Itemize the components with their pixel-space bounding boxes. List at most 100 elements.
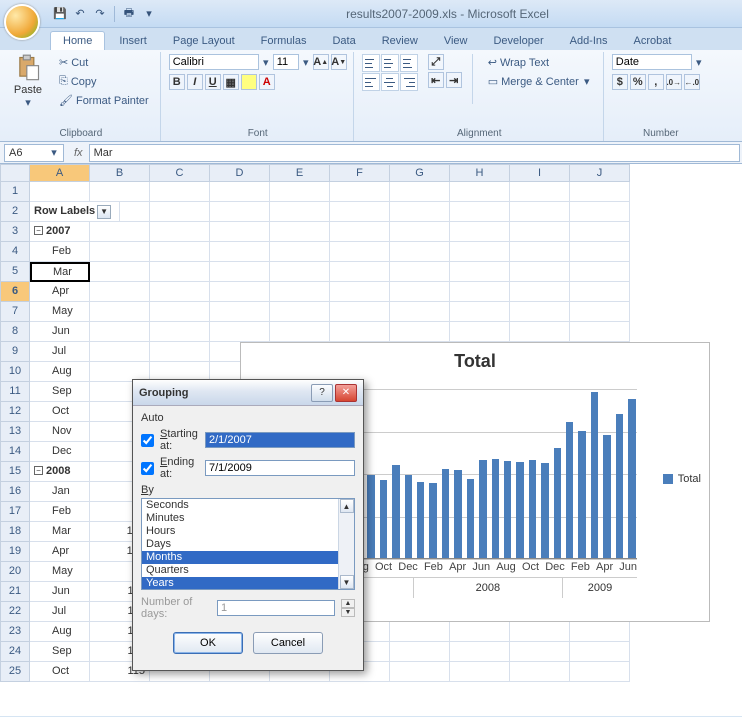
- row-header[interactable]: 5: [0, 262, 30, 282]
- cell[interactable]: [510, 322, 570, 342]
- cell[interactable]: Jun: [30, 582, 90, 602]
- cell[interactable]: [570, 322, 630, 342]
- align-center-button[interactable]: [381, 73, 399, 91]
- cell[interactable]: [570, 262, 630, 282]
- cell[interactable]: [150, 202, 210, 222]
- cell[interactable]: [270, 202, 330, 222]
- decrease-indent-button[interactable]: ⇤: [428, 72, 444, 88]
- percent-format-button[interactable]: %: [630, 74, 646, 90]
- merge-center-button[interactable]: ▭Merge & Center▾: [483, 73, 597, 90]
- font-name-combo[interactable]: [169, 54, 259, 70]
- tab-home[interactable]: Home: [50, 31, 105, 50]
- tab-data[interactable]: Data: [320, 32, 367, 50]
- list-item[interactable]: Days: [142, 538, 354, 551]
- cell[interactable]: [390, 202, 450, 222]
- cell[interactable]: [210, 282, 270, 302]
- row-header[interactable]: 16: [0, 482, 30, 502]
- cell[interactable]: Feb: [30, 502, 90, 522]
- decrease-decimal-button[interactable]: ←.0: [684, 74, 700, 90]
- tab-page-layout[interactable]: Page Layout: [161, 32, 247, 50]
- cell[interactable]: [570, 202, 630, 222]
- chevron-down-icon[interactable]: ▾: [49, 146, 59, 159]
- cell[interactable]: [270, 242, 330, 262]
- cell[interactable]: [150, 322, 210, 342]
- cell[interactable]: [510, 662, 570, 682]
- cell[interactable]: Aug: [30, 362, 90, 382]
- chevron-down-icon[interactable]: ▾: [261, 56, 271, 69]
- fx-icon[interactable]: fx: [74, 147, 83, 159]
- cell[interactable]: [450, 182, 510, 202]
- column-header[interactable]: J: [570, 164, 630, 182]
- cell[interactable]: [390, 282, 450, 302]
- cell[interactable]: Mar: [30, 522, 90, 542]
- cell[interactable]: [510, 242, 570, 262]
- cell[interactable]: [330, 242, 390, 262]
- collapse-icon[interactable]: −: [34, 466, 43, 475]
- row-header[interactable]: 23: [0, 622, 30, 642]
- row-header[interactable]: 2: [0, 202, 30, 222]
- list-item[interactable]: Years: [142, 577, 354, 590]
- cell[interactable]: [510, 622, 570, 642]
- cell[interactable]: [90, 322, 150, 342]
- row-header[interactable]: 15: [0, 462, 30, 482]
- row-header[interactable]: 14: [0, 442, 30, 462]
- row-header[interactable]: 12: [0, 402, 30, 422]
- cell[interactable]: [510, 202, 570, 222]
- cell[interactable]: Nov: [30, 422, 90, 442]
- cell[interactable]: [390, 222, 450, 242]
- tab-review[interactable]: Review: [370, 32, 430, 50]
- column-header[interactable]: F: [330, 164, 390, 182]
- cell[interactable]: Jan: [30, 482, 90, 502]
- ok-button[interactable]: OK: [173, 632, 243, 654]
- ending-at-input[interactable]: [205, 460, 355, 476]
- cell[interactable]: [330, 222, 390, 242]
- cell[interactable]: [330, 302, 390, 322]
- align-right-button[interactable]: [400, 73, 418, 91]
- list-item[interactable]: Hours: [142, 525, 354, 538]
- fill-color-button[interactable]: [241, 74, 257, 90]
- cell[interactable]: [270, 282, 330, 302]
- cell[interactable]: [510, 182, 570, 202]
- cell[interactable]: Mar: [30, 262, 90, 282]
- cell[interactable]: [450, 262, 510, 282]
- column-header[interactable]: A: [30, 164, 90, 182]
- cell[interactable]: Dec: [30, 442, 90, 462]
- cell[interactable]: [210, 262, 270, 282]
- cell[interactable]: [330, 262, 390, 282]
- ending-at-checkbox[interactable]: [141, 462, 154, 475]
- cell[interactable]: [390, 262, 450, 282]
- redo-icon[interactable]: ↷: [92, 6, 108, 22]
- cell[interactable]: Sep: [30, 382, 90, 402]
- tab-add-ins[interactable]: Add-Ins: [558, 32, 620, 50]
- row-header[interactable]: 6: [0, 282, 30, 302]
- comma-format-button[interactable]: ,: [648, 74, 664, 90]
- cell[interactable]: [150, 182, 210, 202]
- cell[interactable]: [30, 182, 90, 202]
- row-header[interactable]: 25: [0, 662, 30, 682]
- list-item[interactable]: Seconds: [142, 499, 354, 512]
- bold-button[interactable]: B: [169, 74, 185, 90]
- scroll-down-icon[interactable]: ▼: [340, 575, 354, 589]
- column-header[interactable]: E: [270, 164, 330, 182]
- column-header[interactable]: I: [510, 164, 570, 182]
- cell[interactable]: [390, 242, 450, 262]
- cell[interactable]: [90, 302, 150, 322]
- cell[interactable]: Oct: [30, 662, 90, 682]
- cell[interactable]: [270, 322, 330, 342]
- number-format-combo[interactable]: [612, 54, 692, 70]
- copy-button[interactable]: ⎘Copy: [54, 73, 154, 90]
- cell[interactable]: [510, 282, 570, 302]
- cell[interactable]: [570, 642, 630, 662]
- cell[interactable]: [450, 662, 510, 682]
- cell[interactable]: [390, 662, 450, 682]
- qat-customize-icon[interactable]: ▾: [141, 6, 157, 22]
- cell[interactable]: [150, 262, 210, 282]
- cell[interactable]: Sep: [30, 642, 90, 662]
- row-header[interactable]: 10: [0, 362, 30, 382]
- column-header[interactable]: B: [90, 164, 150, 182]
- cell[interactable]: [570, 182, 630, 202]
- cell[interactable]: Jun: [30, 322, 90, 342]
- cell[interactable]: Jul: [30, 602, 90, 622]
- cell[interactable]: [90, 282, 150, 302]
- cell[interactable]: [90, 262, 150, 282]
